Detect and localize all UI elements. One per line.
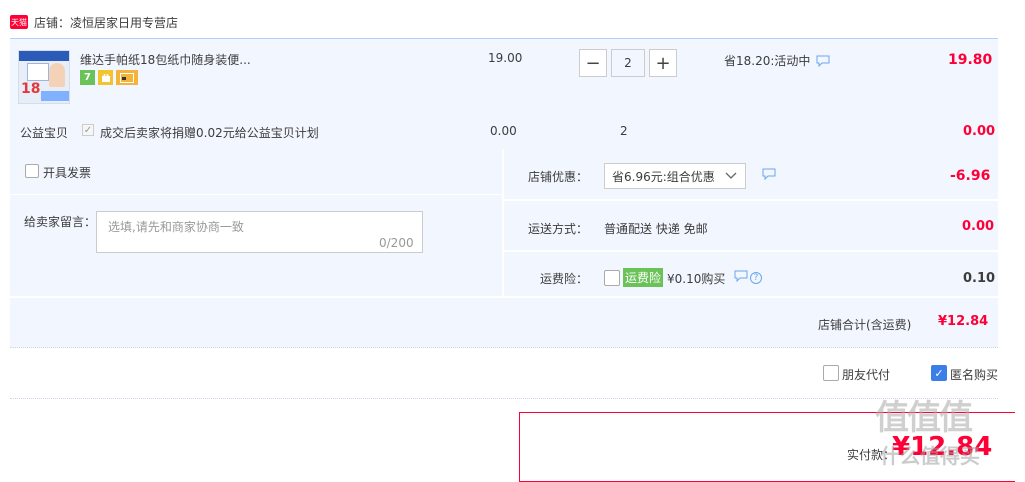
seller-message-label: 给卖家留言： — [24, 215, 97, 229]
shop-total-value: ¥12.84 — [938, 314, 989, 329]
shop-discount-select[interactable]: 省6.96元:组合优惠 — [604, 163, 746, 189]
charity-price: 0.00 — [490, 124, 517, 138]
quantity-input[interactable]: 2 — [611, 49, 645, 77]
chat-bubble-icon[interactable] — [734, 270, 748, 285]
seller-message-placeholder: 选填,请先和商家协商一致 — [108, 220, 244, 234]
invoice-checkbox[interactable] — [25, 164, 39, 178]
anonymous-checkbox[interactable]: ✓ — [931, 365, 947, 381]
item-total: 19.80 — [948, 52, 993, 68]
shop-discount-value: 省6.96元:组合优惠 — [612, 169, 715, 184]
promo-text: 省18.20:活动中 — [724, 54, 811, 68]
shop-total-label: 店铺合计(含运费) — [818, 318, 912, 332]
thumb-number: 18 — [21, 81, 41, 97]
shop-discount-label: 店铺优惠： — [528, 170, 589, 184]
insurance-icons: ? — [734, 270, 762, 285]
service-icons: 7 — [80, 70, 138, 85]
charity-checkbox: ✓ — [82, 124, 94, 136]
decrease-quantity-button[interactable]: − — [579, 49, 607, 77]
friend-pay-label[interactable]: 朋友代付 — [842, 366, 890, 383]
seller-message-counter: 0/200 — [379, 236, 414, 250]
shop-discount-amount: -6.96 — [950, 168, 991, 184]
charity-label: 公益宝贝 — [20, 126, 69, 140]
tmall-icon: 天猫 — [10, 15, 28, 29]
charity-text: 成交后卖家将捐赠0.02元给公益宝贝计划 — [100, 126, 319, 140]
shipping-amount: 0.00 — [962, 219, 995, 234]
shipping-value: 普通配送 快递 免邮 — [604, 222, 708, 236]
invoice-label[interactable]: 开具发票 — [43, 164, 91, 181]
insurance-amount: 0.10 — [963, 271, 996, 286]
shop-header: 天猫 店铺： 凌恒居家日用专营店 — [10, 10, 178, 34]
chat-bubble-icon[interactable] — [762, 168, 776, 183]
insurance-label: 运费险： — [540, 272, 589, 286]
quantity-stepper: − 2 + — [579, 49, 677, 77]
7-days-return-icon[interactable]: 7 — [80, 70, 95, 85]
insurance-price: ¥0.10购买 — [667, 272, 726, 286]
shop-name-link[interactable]: 凌恒居家日用专营店 — [70, 14, 178, 31]
shipping-label: 运送方式： — [528, 222, 589, 236]
anonymous-label[interactable]: 匿名购买 — [950, 366, 998, 383]
promo-info: 省18.20:活动中 — [724, 52, 830, 69]
insurance-checkbox[interactable] — [604, 270, 620, 286]
watermark-subtext: 什么值得买 — [880, 444, 980, 468]
android-icon[interactable] — [98, 70, 113, 85]
product-title-link[interactable]: 维达手帕纸18包纸巾随身装便... — [80, 51, 251, 68]
chat-bubble-icon[interactable] — [816, 55, 830, 67]
help-icon[interactable]: ? — [750, 271, 762, 284]
charity-quantity: 2 — [620, 124, 628, 138]
chevron-down-icon — [725, 169, 737, 186]
increase-quantity-button[interactable]: + — [649, 49, 677, 77]
product-thumbnail[interactable]: 18 — [18, 50, 70, 104]
unit-price: 19.00 — [488, 51, 523, 65]
credit-card-icon[interactable] — [116, 70, 138, 85]
friend-pay-checkbox[interactable] — [823, 365, 839, 381]
watermark-logo: 值值值 — [875, 398, 973, 438]
shop-label: 店铺： — [34, 15, 71, 30]
insurance-badge: 运费险 — [623, 268, 664, 287]
charity-total: 0.00 — [963, 124, 996, 139]
